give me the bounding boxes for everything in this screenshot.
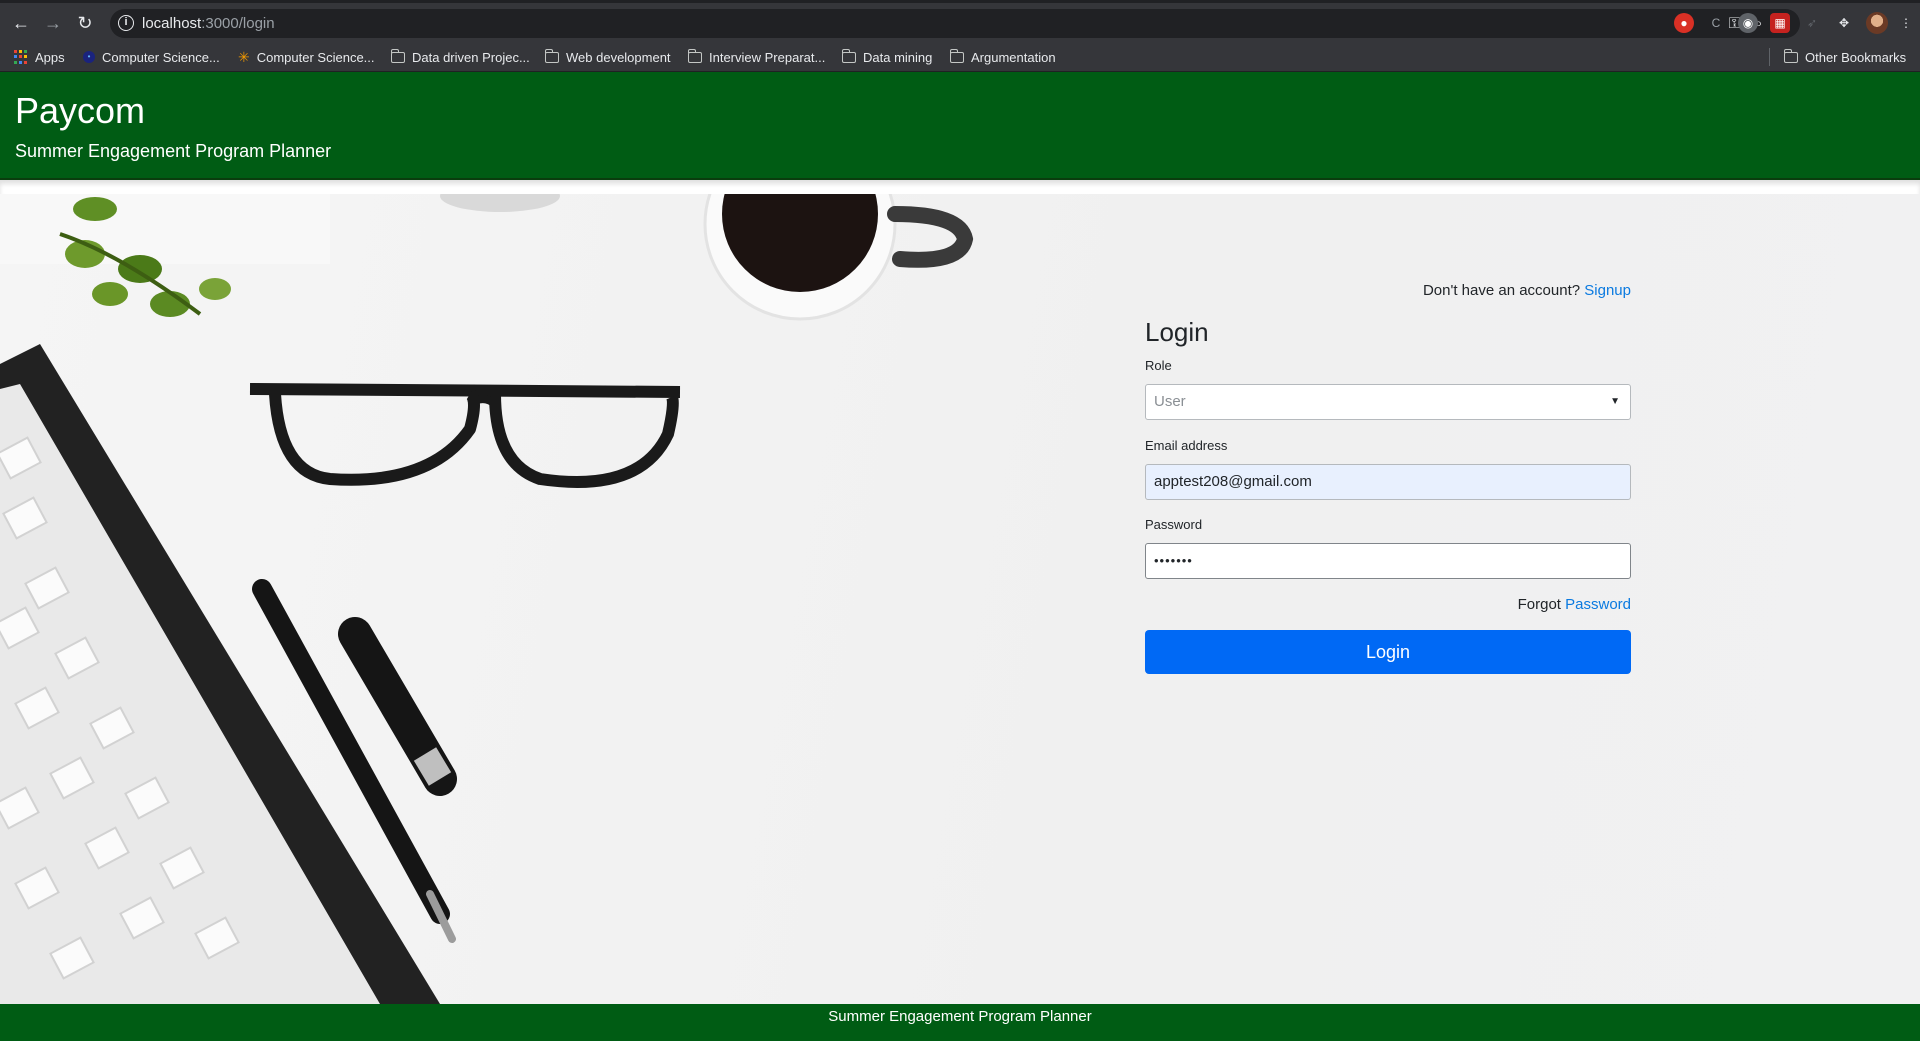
puzzle-extensions-icon[interactable]: ✥ <box>1834 13 1854 33</box>
browser-toolbar: ← → ↻ i localhost:3000/login ⚿ ⌕ ☆ ● C ◉… <box>0 0 1920 42</box>
forward-arrow-icon[interactable]: → <box>41 11 65 35</box>
forgot-password: Forgot Password <box>1517 596 1631 613</box>
footer-text: Summer Engagement Program Planner <box>828 1008 1092 1025</box>
reload-icon[interactable]: ↻ <box>73 11 97 35</box>
app-subtitle: Summer Engagement Program Planner <box>15 141 332 161</box>
back-arrow-icon[interactable]: ← <box>9 11 33 35</box>
role-label: Role <box>1145 358 1172 373</box>
bookmark-folder-argumentation[interactable]: Argumentation <box>949 48 1056 66</box>
bookmark-other-bookmarks[interactable]: Other Bookmarks <box>1769 48 1906 66</box>
bookmark-computer-science-1[interactable]: • Computer Science... <box>83 48 220 66</box>
dropdown-caret-icon: ▼ <box>1610 396 1620 407</box>
coffee-cup <box>703 194 974 321</box>
forgot-password-link[interactable]: Password <box>1565 596 1631 613</box>
signup-link[interactable]: Signup <box>1584 282 1631 299</box>
url-text[interactable]: localhost:3000/login <box>142 15 275 32</box>
signup-prompt: Don't have an account? Signup <box>1422 282 1631 299</box>
extension-calendar-icon[interactable]: ▦ <box>1770 13 1790 33</box>
role-select[interactable]: User ▼ <box>1145 384 1631 420</box>
folder-icon <box>1783 48 1798 63</box>
extension-c-icon[interactable]: C <box>1706 13 1726 33</box>
password-label: Password <box>1145 517 1203 532</box>
apps-grid-icon <box>14 50 28 64</box>
bookmark-folder-data-driven[interactable]: Data driven Projec... <box>390 48 530 66</box>
email-label: Email address <box>1145 438 1228 453</box>
app-header: Paycom Summer Engagement Program Planner <box>0 72 1920 180</box>
login-heading: Login <box>1145 317 1209 347</box>
profile-avatar[interactable] <box>1866 12 1888 34</box>
password-field[interactable]: ••••••• <box>1145 543 1631 579</box>
desk-illustration <box>0 194 974 1004</box>
extension-red-icon[interactable]: ● <box>1674 13 1694 33</box>
desk-background-image <box>0 194 1920 1004</box>
menu-dots-icon[interactable]: ⋮ <box>1900 13 1912 33</box>
bookmark-apps[interactable]: Apps <box>14 48 65 66</box>
extension-face-icon[interactable]: ◉ <box>1738 13 1758 33</box>
folder-icon <box>544 48 559 63</box>
folder-icon <box>949 48 964 63</box>
pot-rim <box>440 194 560 212</box>
extension-rocket-icon[interactable]: ➶ <box>1802 13 1822 33</box>
bookmark-folder-interview[interactable]: Interview Preparat... <box>687 48 825 66</box>
role-selected-value: User <box>1154 393 1186 410</box>
star-favicon-icon: ✳ <box>238 48 250 65</box>
bookmarks-bar: Apps • Computer Science... ✳ Computer Sc… <box>0 42 1920 72</box>
app-title: Paycom <box>15 90 146 131</box>
bookmark-computer-science-2[interactable]: ✳ Computer Science... <box>238 48 375 66</box>
site-info-icon[interactable]: i <box>118 15 134 31</box>
bookmark-folder-web-development[interactable]: Web development <box>544 48 671 66</box>
site-favicon-icon: • <box>83 51 95 63</box>
email-field[interactable]: apptest208@gmail.com <box>1145 464 1631 500</box>
planter-block <box>0 194 330 264</box>
header-shadow-divider <box>0 180 1920 194</box>
login-button[interactable]: Login <box>1145 630 1631 674</box>
eyeglasses <box>249 383 681 488</box>
folder-icon <box>841 48 856 63</box>
folder-icon <box>687 48 702 63</box>
address-bar[interactable]: i localhost:3000/login ⚿ ⌕ ☆ <box>110 9 1800 38</box>
bookmark-folder-data-mining[interactable]: Data mining <box>841 48 932 66</box>
app-footer: Summer Engagement Program Planner <box>0 1004 1920 1041</box>
folder-icon <box>390 48 405 63</box>
